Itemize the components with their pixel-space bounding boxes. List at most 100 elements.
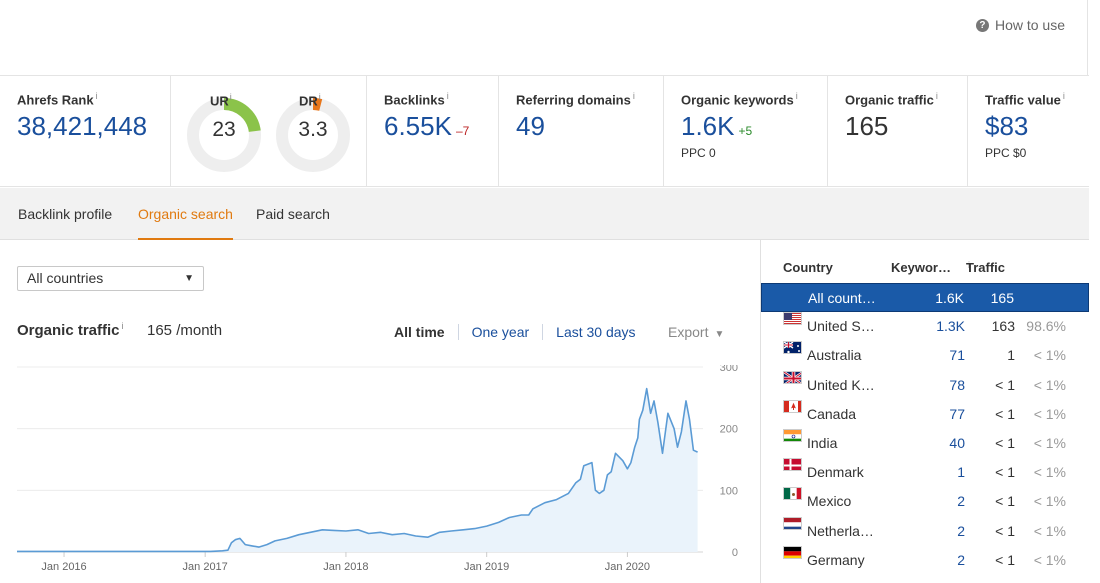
country-keywords[interactable]: 2 (957, 546, 965, 575)
country-name[interactable]: Netherla… (807, 517, 881, 546)
table-row[interactable]: Canada 77 < 1 < 1% (761, 399, 1089, 429)
metric-backlinks: Backlinks i 6.55K –7 (367, 76, 499, 186)
chart-subtitle: 165 /month (147, 322, 223, 339)
organic-traffic-value: 165 (845, 111, 889, 142)
table-row[interactable]: Germany 2 < 1 < 1% (761, 545, 1089, 575)
x-tick-label: Jan 2016 (41, 561, 86, 573)
country-traffic-share: < 1% (1033, 464, 1066, 481)
info-icon[interactable]: i (633, 91, 635, 101)
report-tabs: Backlink profile Organic search Paid sea… (0, 188, 1089, 240)
traffic-value-label: Traffic value (985, 92, 1061, 108)
metric-referring-domains: Referring domains i 49 (499, 76, 664, 186)
ur-value: 23 (212, 118, 236, 141)
country-keywords[interactable]: 2 (957, 517, 965, 546)
country-traffic: < 1 (995, 493, 1015, 510)
flag-nl-icon (783, 516, 802, 530)
y-tick-label: 100 (720, 485, 738, 497)
country-traffic: < 1 (995, 522, 1015, 539)
range-one-year[interactable]: One year (472, 324, 530, 340)
country-name[interactable]: All count… (808, 284, 882, 313)
country-keywords[interactable]: 1.3K (936, 312, 965, 341)
country-name[interactable]: Australia (807, 341, 881, 370)
info-icon[interactable]: i (122, 321, 124, 331)
x-tick-label: Jan 2018 (323, 561, 368, 573)
table-row[interactable]: Mexico 2 < 1 < 1% (761, 487, 1089, 516)
info-icon[interactable]: i (230, 92, 232, 102)
table-row[interactable]: United S… 1.3K 163 98.6% (761, 312, 1089, 341)
top-bar: ? How to use (0, 0, 1088, 76)
country-traffic-share: < 1% (1033, 405, 1066, 422)
country-keywords[interactable]: 1 (957, 458, 965, 487)
header-traffic[interactable]: Traffic (966, 260, 1005, 275)
country-name[interactable]: India (807, 429, 881, 458)
table-row[interactable]: Australia 71 1 < 1% (761, 341, 1089, 370)
country-name[interactable]: Mexico (807, 487, 881, 516)
traffic-area (17, 388, 698, 552)
header-keywords[interactable]: Keywor… (891, 260, 951, 275)
y-tick-label: 200 (720, 424, 738, 436)
country-keywords[interactable]: 77 (949, 400, 965, 429)
metric-organic-traffic: Organic traffic i 165 (828, 76, 968, 186)
table-row[interactable]: Netherla… 2 < 1 < 1% (761, 516, 1089, 546)
info-icon[interactable]: i (796, 91, 798, 101)
country-name[interactable]: Germany (807, 546, 881, 575)
app-root: ? How to use Ahrefs Rank i 38,421,448 URi… (0, 0, 1100, 583)
country-traffic-share: < 1% (1033, 435, 1066, 451)
export-button[interactable]: Export ▼ (668, 324, 724, 340)
country-table: Country Keywor… Traffic i All count… 1.6K 1… (760, 240, 1089, 583)
backlinks-label: Backlinks (384, 92, 445, 108)
backlinks-delta: –7 (455, 124, 470, 139)
country-select[interactable]: All countries ▼ (17, 266, 204, 291)
organic-traffic-chart[interactable]: 0 100 200 300 Jan 2016 Jan 2017 Jan 2018 Jan 20… (0, 365, 760, 583)
caret-down-icon: ▼ (714, 329, 725, 340)
header-country[interactable]: Country (783, 260, 833, 275)
organic-keywords-ppc: PPC 0 (681, 146, 716, 161)
x-tick-label: Jan 2020 (605, 561, 650, 573)
organic-keywords-value[interactable]: 1.6K (681, 111, 735, 141)
how-to-use-link[interactable]: ? How to use (975, 17, 1065, 33)
country-select-value: All countries (27, 270, 104, 286)
export-label: Export (668, 324, 709, 340)
table-row[interactable]: India 40 < 1 < 1% (761, 429, 1089, 458)
country-table-header: Country Keywor… Traffic i (761, 260, 1090, 280)
ur-label: UR (210, 93, 229, 109)
info-icon[interactable]: i (447, 91, 449, 101)
country-keywords[interactable]: 1.6K (935, 284, 964, 313)
range-all-time[interactable]: All time (394, 324, 445, 340)
country-keywords[interactable]: 40 (949, 429, 965, 458)
tab-organic-search[interactable]: Organic search (138, 188, 233, 240)
country-name[interactable]: Canada (807, 400, 881, 429)
backlinks-value[interactable]: 6.55K (384, 111, 452, 141)
country-name[interactable]: United S… (807, 312, 881, 341)
table-row[interactable]: Denmark 1 < 1 < 1% (761, 458, 1089, 487)
country-name[interactable]: Denmark (807, 458, 881, 487)
info-icon[interactable]: i (936, 91, 938, 101)
country-keywords[interactable]: 78 (949, 371, 965, 400)
info-icon[interactable]: i (1063, 91, 1065, 101)
organic-traffic-pane: All countries ▼ Organic traffic i 165 /mo… (0, 240, 760, 583)
country-keywords[interactable]: 71 (949, 341, 965, 370)
metrics-row: Ahrefs Rank i 38,421,448 URi 23 DRi 3.3 B… (0, 75, 1089, 187)
range-last-30-days[interactable]: Last 30 days (556, 324, 635, 340)
caret-down-icon: ▼ (184, 273, 194, 284)
info-icon[interactable]: i (319, 92, 321, 102)
country-keywords[interactable]: 2 (957, 487, 965, 516)
tab-backlink-profile[interactable]: Backlink profile (18, 188, 112, 240)
country-traffic: 163 (991, 318, 1015, 335)
country-traffic-share: < 1% (1033, 347, 1066, 364)
country-traffic: < 1 (995, 435, 1015, 451)
country-name[interactable]: United K… (807, 371, 881, 400)
country-traffic: 1 (1007, 347, 1015, 364)
info-icon[interactable]: i (96, 91, 98, 101)
referring-domains-value[interactable]: 49 (516, 111, 663, 142)
y-tick-label: 0 (732, 547, 738, 559)
table-row[interactable]: All count… 1.6K 165 (761, 283, 1089, 312)
table-row[interactable]: United K… 78 < 1 < 1% (761, 370, 1089, 400)
traffic-value-ppc: PPC $0 (985, 146, 1027, 161)
tab-paid-search[interactable]: Paid search (256, 188, 330, 240)
divider (542, 324, 544, 340)
flag-mx-icon (783, 487, 802, 501)
country-traffic: < 1 (995, 405, 1015, 422)
flag-us-icon (783, 312, 802, 326)
flag-de-icon (783, 545, 802, 559)
